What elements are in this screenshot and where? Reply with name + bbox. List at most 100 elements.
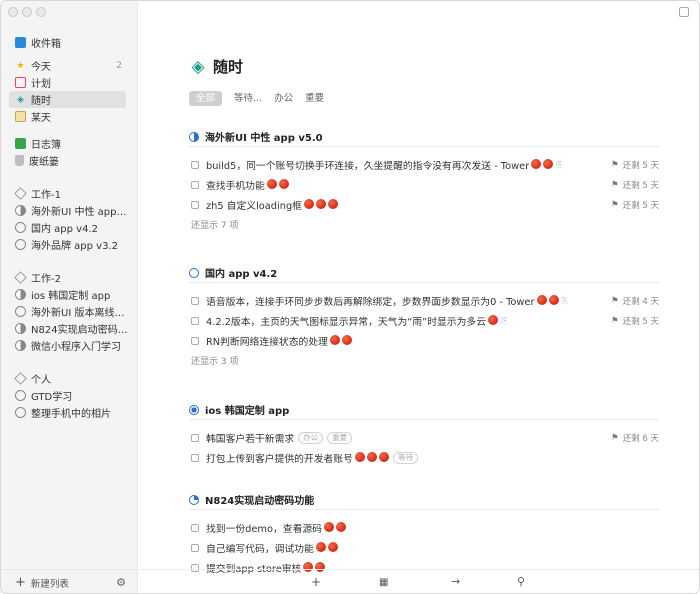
task-checkbox[interactable] bbox=[191, 454, 199, 462]
tomato-icon bbox=[327, 542, 338, 552]
project-header[interactable]: 国内 app v4.2 bbox=[189, 263, 659, 283]
layers-icon: ◈ bbox=[17, 94, 24, 105]
deadline: ⚑ 还剩 5 天 bbox=[611, 315, 659, 327]
sidebar-project[interactable]: 微信小程序入门学习 bbox=[1, 337, 128, 354]
tomato-icon bbox=[341, 335, 352, 345]
project-progress-icon bbox=[15, 289, 26, 300]
sidebar-project[interactable]: 海外新UI 版本离线功能 bbox=[1, 303, 128, 320]
project-section: ios 韩国定制 app 韩国客户若干新需求 办公 重要 ⚑ 还剩 6 天 打包上… bbox=[189, 400, 659, 468]
deadline: ⚑ 还剩 5 天 bbox=[611, 199, 659, 211]
sidebar-item-plan[interactable]: 计划 bbox=[1, 74, 128, 91]
task-checkbox[interactable] bbox=[191, 317, 199, 325]
task-row[interactable]: zh5 自定义loading框 ⚑ 还剩 5 天 bbox=[189, 195, 659, 215]
project-progress-icon bbox=[15, 340, 26, 351]
task-checkbox[interactable] bbox=[191, 434, 199, 442]
project-title: N824实现启动密码功能 bbox=[205, 496, 315, 507]
flag-icon: ⚑ bbox=[611, 316, 619, 326]
tomato-icon bbox=[548, 295, 559, 305]
note-icon: ⎘ bbox=[501, 316, 508, 325]
plus-icon[interactable]: + bbox=[15, 575, 26, 590]
deadline: ⚑ 还剩 4 天 bbox=[611, 295, 659, 307]
project-header[interactable]: N824实现启动密码功能 bbox=[189, 490, 659, 510]
task-row[interactable]: build5，同一个账号切换手环连接，久坐提醒的指令没有再次发送 - Tower… bbox=[189, 155, 659, 175]
task-checkbox[interactable] bbox=[191, 181, 199, 189]
deadline-text: 还剩 6 天 bbox=[622, 434, 659, 444]
zoom-window-button[interactable] bbox=[36, 7, 46, 17]
move-arrow-icon[interactable]: → bbox=[451, 575, 460, 588]
area-label: 个人 bbox=[31, 375, 51, 386]
flag-icon: ⚑ bbox=[611, 200, 619, 210]
tab-waiting[interactable]: 等待... bbox=[234, 91, 262, 106]
sidebar-project[interactable]: 整理手机中的相片 bbox=[1, 404, 128, 421]
note-icon: ⎘ bbox=[561, 296, 568, 305]
sidebar-item-today[interactable]: ★ 今天 2 bbox=[1, 57, 128, 74]
task-row[interactable]: 找到一份demo，查看源码 bbox=[189, 518, 659, 538]
sidebar-project[interactable]: 海外品牌 app v3.2 bbox=[1, 236, 128, 253]
tag-badge: 等待 bbox=[392, 452, 418, 464]
task-checkbox[interactable] bbox=[191, 161, 199, 169]
add-task-icon[interactable]: + bbox=[311, 575, 321, 589]
sidebar-project[interactable]: 海外新UI 中性 app v5.0 bbox=[1, 202, 128, 219]
search-icon[interactable]: ⚲ bbox=[517, 575, 525, 588]
sidebar-item-inbox[interactable]: 收件箱 bbox=[1, 34, 128, 51]
project-header[interactable]: 海外新UI 中性 app v5.0 bbox=[189, 127, 659, 147]
sidebar-project[interactable]: GTD学习 bbox=[1, 387, 128, 404]
sidebar-item-trash[interactable]: 废纸篓 bbox=[1, 152, 128, 169]
task-checkbox[interactable] bbox=[191, 201, 199, 209]
deadline-text: 还剩 4 天 bbox=[622, 297, 659, 307]
task-title: 4.2.2版本，主页的天气图标显示异常，天气为“雨”时显示为多云 bbox=[206, 317, 486, 328]
project-progress-icon bbox=[15, 407, 26, 418]
task-row[interactable]: 韩国客户若干新需求 办公 重要 ⚑ 还剩 6 天 bbox=[189, 428, 659, 448]
task-checkbox[interactable] bbox=[191, 337, 199, 345]
sidebar-area-work2[interactable]: 工作-2 bbox=[1, 269, 128, 286]
task-title: 自己编写代码，调试功能 bbox=[206, 544, 314, 555]
area-icon bbox=[14, 372, 27, 385]
minimize-window-button[interactable] bbox=[22, 7, 32, 17]
task-checkbox[interactable] bbox=[191, 544, 199, 552]
window-controls bbox=[8, 7, 46, 17]
close-window-button[interactable] bbox=[8, 7, 18, 17]
sidebar-item-anytime[interactable]: ◈ 随时 bbox=[9, 91, 126, 108]
task-row[interactable]: 打包上传到客户提供的开发者账号 等待 bbox=[189, 448, 659, 468]
sidebar-project[interactable]: ios 韩国定制 app bbox=[1, 286, 128, 303]
show-more-link[interactable]: 还显示 7 项 bbox=[189, 215, 659, 237]
window-copy-icon[interactable] bbox=[679, 7, 689, 17]
tab-all[interactable]: 全部 bbox=[189, 91, 223, 106]
task-row[interactable]: 4.2.2版本，主页的天气图标显示异常，天气为“雨”时显示为多云 ⎘ ⚑ 还剩 5… bbox=[189, 311, 659, 331]
tag-badge: 办公 bbox=[298, 432, 324, 444]
task-row[interactable]: 自己编写代码，调试功能 bbox=[189, 538, 659, 558]
project-progress-icon bbox=[15, 323, 26, 334]
new-list-button[interactable]: 新建列表 bbox=[31, 576, 116, 590]
calendar-icon[interactable]: ▦ bbox=[379, 577, 388, 588]
area-label: 工作-1 bbox=[31, 190, 61, 201]
sidebar-footer: + 新建列表 ⚙ bbox=[1, 569, 138, 593]
tomato-icon bbox=[327, 199, 338, 209]
show-more-link[interactable]: 还显示 3 项 bbox=[189, 351, 659, 373]
task-row[interactable]: 语音版本，连接手环同步步数后再解除绑定，步数界面步数显示为0 - Tower ⎘… bbox=[189, 291, 659, 311]
settings-sliders-icon[interactable]: ⚙ bbox=[116, 576, 126, 589]
task-checkbox[interactable] bbox=[191, 524, 199, 532]
sidebar-item-label: 收件箱 bbox=[31, 39, 61, 50]
sidebar-item-label: 日志簿 bbox=[31, 140, 61, 151]
tomato-icon bbox=[329, 335, 340, 345]
tab-office[interactable]: 办公 bbox=[274, 91, 293, 106]
project-section: 海外新UI 中性 app v5.0 build5，同一个账号切换手环连接，久坐提… bbox=[189, 127, 659, 237]
task-title: 找到一份demo，查看源码 bbox=[206, 524, 322, 535]
project-header[interactable]: ios 韩国定制 app bbox=[189, 400, 659, 420]
project-section: 国内 app v4.2 语音版本，连接手环同步步数后再解除绑定，步数界面步数显示… bbox=[189, 263, 659, 373]
sidebar-area-work1[interactable]: 工作-1 bbox=[1, 185, 128, 202]
project-progress-icon bbox=[15, 306, 26, 317]
project-section: N824实现启动密码功能 找到一份demo，查看源码 自己编写代码，调试功能 提… bbox=[189, 490, 659, 578]
sidebar-item-logbook[interactable]: 日志簿 bbox=[1, 135, 128, 152]
task-row[interactable]: 查找手机功能 ⚑ 还剩 5 天 bbox=[189, 175, 659, 195]
flag-icon: ⚑ bbox=[611, 180, 619, 190]
tomato-icon bbox=[354, 452, 365, 462]
task-row[interactable]: RN判断网络连接状态的处理 bbox=[189, 331, 659, 351]
sidebar-area-personal[interactable]: 个人 bbox=[1, 370, 128, 387]
sidebar-project[interactable]: 国内 app v4.2 bbox=[1, 219, 128, 236]
task-checkbox[interactable] bbox=[191, 297, 199, 305]
sidebar-project[interactable]: N824实现启动密码功能 bbox=[1, 320, 128, 337]
project-progress-icon bbox=[15, 239, 26, 250]
sidebar-item-someday[interactable]: 某天 bbox=[1, 108, 128, 125]
tab-important[interactable]: 重要 bbox=[305, 91, 324, 106]
